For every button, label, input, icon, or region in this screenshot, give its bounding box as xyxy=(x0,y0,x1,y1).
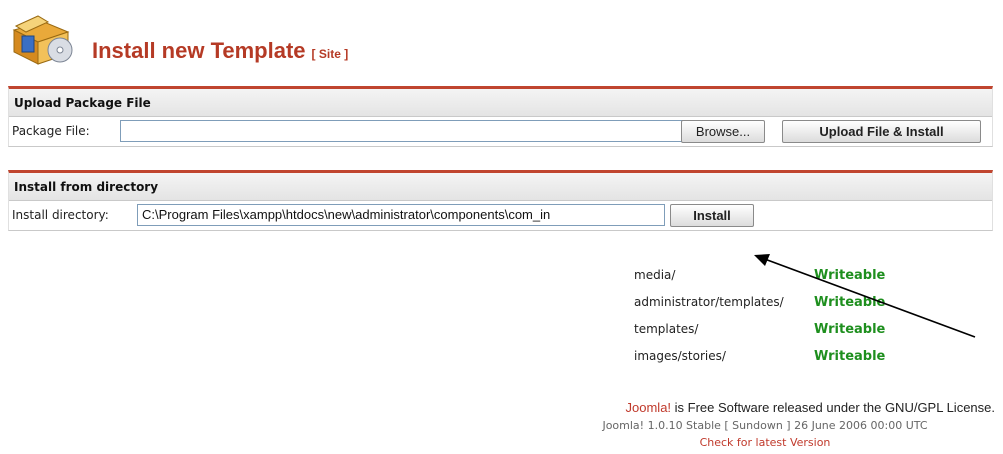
install-directory-row: Install directory: C:\Program Files\xamp… xyxy=(9,201,992,230)
upload-package-row: Package File: Browse... Upload File & In… xyxy=(9,117,992,146)
package-file-input[interactable] xyxy=(120,120,685,142)
footer-version: Joomla! 1.0.10 Stable [ Sundown ] 26 Jun… xyxy=(602,419,928,432)
check-version-link[interactable]: Check for latest Version xyxy=(475,436,995,449)
package-install-icon xyxy=(12,15,73,65)
page-title: Install new Template [ Site ] xyxy=(92,38,348,64)
install-button[interactable]: Install xyxy=(670,204,754,227)
joomla-link[interactable]: Joomla! xyxy=(626,400,672,415)
dir-status: Writeable xyxy=(814,322,886,337)
page-footer: Joomla! is Free Software released under … xyxy=(475,400,995,449)
browse-button[interactable]: Browse... xyxy=(681,120,765,143)
page-title-text: Install new Template xyxy=(92,38,306,63)
dir-path: images/stories/ xyxy=(634,349,726,363)
dir-path: administrator/templates/ xyxy=(634,295,784,309)
upload-package-panel: Upload Package File Package File: Browse… xyxy=(8,86,993,147)
dir-path: templates/ xyxy=(634,322,699,336)
install-directory-heading: Install from directory xyxy=(9,173,992,201)
install-directory-input[interactable]: C:\Program Files\xampp\htdocs\new\admini… xyxy=(137,204,665,226)
page-subtitle: [ Site ] xyxy=(311,47,349,61)
footer-license: Joomla! is Free Software released under … xyxy=(475,400,995,415)
dir-status: Writeable xyxy=(814,295,886,310)
package-file-label: Package File: xyxy=(12,124,90,138)
upload-install-button[interactable]: Upload File & Install xyxy=(782,120,981,143)
upload-package-heading: Upload Package File xyxy=(9,89,992,117)
license-text: is Free Software released under the GNU/… xyxy=(671,400,995,415)
dir-status: Writeable xyxy=(814,268,886,283)
dir-path: media/ xyxy=(634,268,676,282)
install-directory-panel: Install from directory Install directory… xyxy=(8,170,993,231)
page-header: Install new Template [ Site ] xyxy=(8,8,608,66)
dir-status: Writeable xyxy=(814,349,886,364)
install-directory-label: Install directory: xyxy=(12,208,109,222)
